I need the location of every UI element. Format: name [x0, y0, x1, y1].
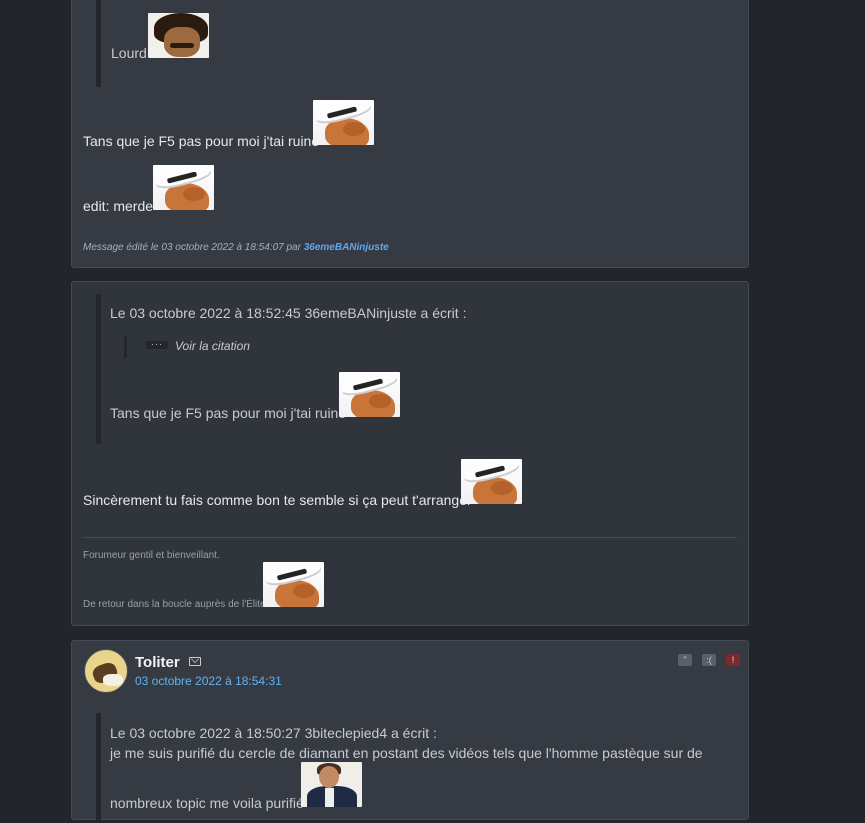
post-line: edit: merde	[83, 198, 154, 214]
quoted-text: je me suis purifié du cercle de diamant …	[110, 745, 703, 761]
hat-smiley-icon	[313, 100, 374, 145]
hat-smiley-icon	[263, 562, 324, 607]
expand-citation-button[interactable]: ···	[146, 340, 168, 349]
hat-smiley-icon	[461, 459, 522, 504]
author-name[interactable]: Toliter	[135, 654, 180, 671]
forum-post: Toliter 03 octobre 2022 à 18:54:31 " :( …	[71, 640, 749, 823]
suit-man-smiley-icon	[301, 762, 362, 807]
hat-smiley-icon	[153, 165, 214, 210]
quoted-text: Tans que je F5 pas pour moi j'tai ruiné	[110, 405, 347, 421]
quote-bar	[96, 0, 101, 87]
forum-post: Lourd Tans que je F5 pas pour moi j'tai …	[71, 0, 749, 268]
quoted-text: nombreux topic me voila purifié	[110, 795, 304, 811]
alert-icon[interactable]: !	[726, 654, 740, 666]
edit-note-text: Message édité le 03 octobre 2022 à 18:54…	[83, 242, 301, 253]
quote-header: Le 03 octobre 2022 à 18:50:27 3biteclepi…	[110, 725, 437, 741]
edited-by-user-link[interactable]: 36emeBANinjuste	[304, 242, 389, 253]
quote-icon[interactable]: "	[678, 654, 692, 666]
quote-bar	[96, 294, 101, 444]
edit-note: Message édité le 03 octobre 2022 à 18:54…	[83, 242, 389, 253]
signature-line: Forumeur gentil et bienveillant.	[83, 550, 220, 561]
forum-post: Le 03 octobre 2022 à 18:52:45 36emeBANin…	[71, 281, 749, 626]
hat-smiley-icon	[339, 372, 400, 417]
mail-icon[interactable]	[189, 657, 201, 666]
signature-line: De retour dans la boucle auprès de l'Éli…	[83, 599, 266, 610]
post-date-link[interactable]: 03 octobre 2022 à 18:54:31	[135, 674, 282, 688]
quote-bar	[96, 713, 101, 823]
nested-quote-bar	[124, 336, 127, 358]
sad-icon[interactable]: :(	[702, 654, 716, 666]
signature-divider	[83, 537, 737, 538]
show-citation-link[interactable]: Voir la citation	[175, 339, 250, 353]
quote-header: Le 03 octobre 2022 à 18:52:45 36emeBANin…	[110, 305, 467, 321]
avatar[interactable]	[84, 649, 128, 693]
smiley-sticker-icon	[148, 13, 209, 58]
post-line: Tans que je F5 pas pour moi j'tai ruiné	[83, 133, 320, 149]
quoted-text: Lourd	[111, 45, 147, 61]
post-body: Sincèrement tu fais comme bon te semble …	[83, 492, 472, 508]
